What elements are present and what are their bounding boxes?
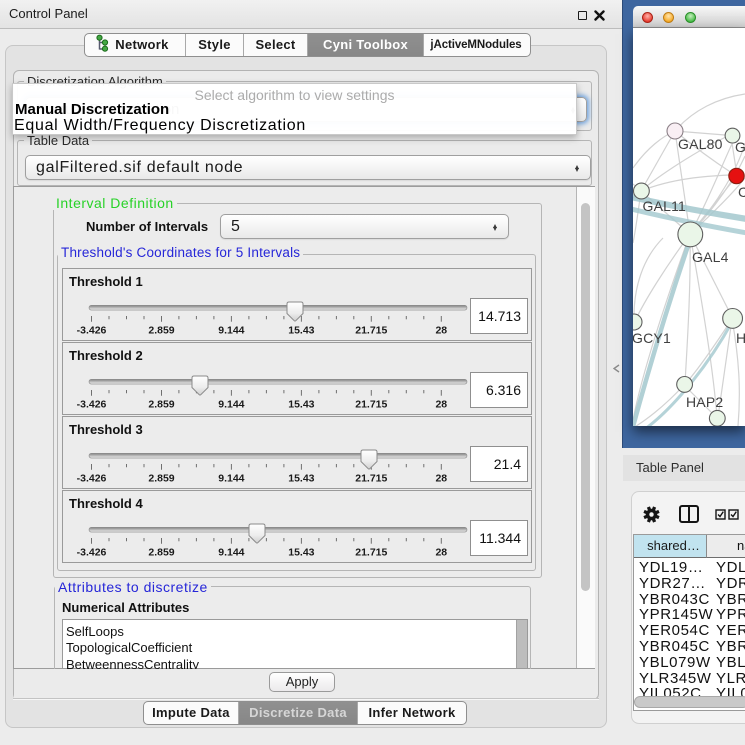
svg-text:15.43: 15.43 [288, 399, 314, 411]
svg-text:21.715: 21.715 [355, 399, 387, 411]
svg-text:28: 28 [435, 547, 447, 559]
svg-text:21.715: 21.715 [355, 473, 387, 485]
svg-text:28: 28 [435, 399, 447, 411]
svg-text:-3.426: -3.426 [77, 547, 107, 559]
svg-text:15.43: 15.43 [288, 547, 314, 559]
svg-text:2.859: 2.859 [148, 547, 174, 559]
svg-text:28: 28 [435, 473, 447, 485]
svg-text:15.43: 15.43 [288, 325, 314, 337]
svg-text:2.859: 2.859 [148, 325, 174, 337]
svg-text:H: H [736, 330, 745, 346]
svg-text:21.715: 21.715 [355, 325, 387, 337]
svg-text:9.144: 9.144 [218, 399, 244, 411]
svg-text:28: 28 [435, 325, 447, 337]
svg-text:9.144: 9.144 [218, 473, 244, 485]
svg-text:2.859: 2.859 [148, 473, 174, 485]
svg-text:C: C [738, 184, 745, 200]
svg-text:GAL11: GAL11 [643, 198, 687, 214]
svg-text:15.43: 15.43 [288, 473, 314, 485]
svg-text:-3.426: -3.426 [77, 473, 107, 485]
svg-text:9.144: 9.144 [218, 547, 244, 559]
svg-text:21.715: 21.715 [355, 547, 387, 559]
svg-text:GCY1: GCY1 [633, 330, 671, 346]
svg-text:-3.426: -3.426 [77, 399, 107, 411]
svg-text:GA: GA [735, 139, 745, 155]
svg-text:9.144: 9.144 [218, 325, 244, 337]
svg-text:2.859: 2.859 [148, 399, 174, 411]
svg-text:-3.426: -3.426 [77, 325, 107, 337]
svg-text:GAL4: GAL4 [692, 249, 729, 265]
svg-text:HAP2: HAP2 [686, 394, 723, 410]
svg-text:GAL80: GAL80 [678, 136, 723, 152]
